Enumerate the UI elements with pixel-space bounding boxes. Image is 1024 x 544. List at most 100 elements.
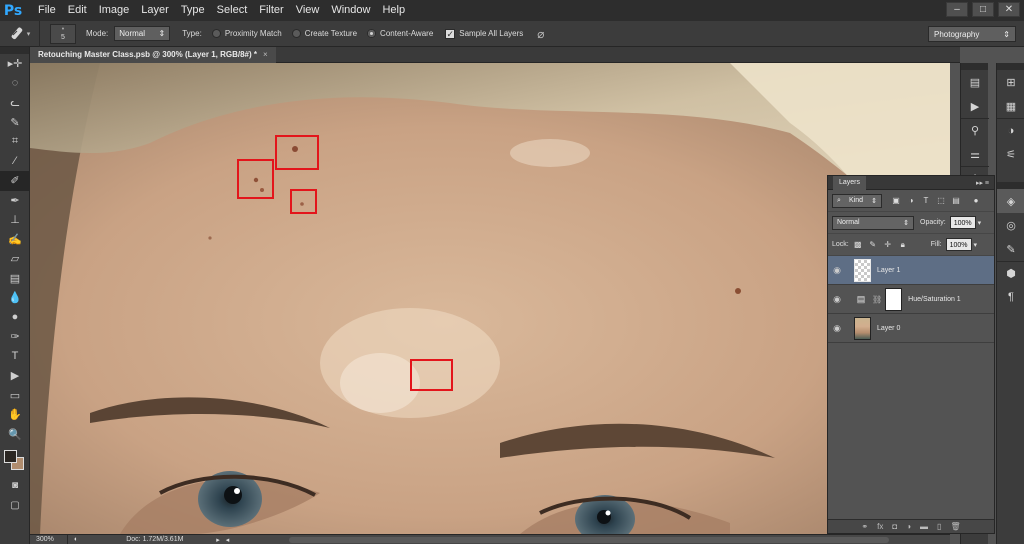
path-selection-tool-icon[interactable]: ▶	[0, 366, 30, 386]
layer-row-hue-saturation-1[interactable]: ◉ ▤ ⛓ Hue/Saturation 1	[828, 285, 994, 314]
styles-panel-icon[interactable]: ⚟	[997, 142, 1024, 166]
adjustments-panel-icon[interactable]: ◑	[997, 118, 1024, 142]
paragraph-styles-icon[interactable]: ¶	[997, 285, 1024, 309]
filter-pixel-icon[interactable]: ▣	[890, 195, 902, 207]
trash-icon[interactable]: 🗑︎	[950, 522, 960, 531]
dock-grip[interactable]	[997, 63, 1024, 70]
eyedropper-tool-icon[interactable]: ⁄	[0, 152, 30, 172]
spot-healing-brush-tool-icon[interactable]: ✐	[0, 171, 30, 191]
scroll-left-icon[interactable]: ◂	[226, 536, 230, 544]
hand-tool-icon[interactable]: ✋	[0, 405, 30, 425]
menu-filter[interactable]: Filter	[253, 0, 289, 21]
color-panel-icon[interactable]: ⊞	[997, 70, 1024, 94]
menu-window[interactable]: Window	[325, 0, 376, 21]
filter-kind-select[interactable]: ⌕ Kind ⇕	[832, 193, 882, 208]
add-mask-icon[interactable]: ◘	[892, 522, 897, 531]
lock-pixels-icon[interactable]: ✎	[867, 239, 879, 251]
layer-mask-thumbnail[interactable]	[885, 287, 903, 311]
tool-presets-icon[interactable]: ⚲	[961, 118, 989, 142]
mode-select[interactable]: Normal ⇕	[114, 26, 171, 41]
visibility-eye-icon[interactable]: ◉	[828, 265, 846, 276]
zoom-level[interactable]: 300%	[30, 534, 68, 544]
opacity-input[interactable]: 100%	[949, 216, 976, 229]
sample-all-layers-checkbox[interactable]: ✓ Sample All Layers	[445, 28, 523, 39]
fill-dropdown-icon[interactable]: ▾	[974, 241, 978, 249]
quick-mask-icon[interactable]: ◙	[0, 476, 30, 496]
lasso-tool-icon[interactable]: ᓚ	[0, 93, 30, 113]
brush-tool-icon[interactable]: ✒	[0, 191, 30, 211]
close-tab-icon[interactable]: ×	[263, 50, 268, 59]
status-info-icon[interactable]: ◐	[74, 536, 78, 543]
status-menu-arrow-icon[interactable]: ▸	[216, 536, 220, 544]
brush-presets-icon[interactable]: ⚌	[961, 142, 989, 166]
rectangle-tool-icon[interactable]: ▭	[0, 386, 30, 406]
restore-button[interactable]: □	[972, 2, 994, 17]
filter-toggle-icon[interactable]: ●	[970, 195, 982, 207]
menu-edit[interactable]: Edit	[62, 0, 93, 21]
properties-panel-icon[interactable]: ⬢	[997, 261, 1024, 285]
new-layer-icon[interactable]: ▯	[937, 522, 941, 531]
history-panel-icon[interactable]: ▤	[961, 70, 989, 94]
foreground-color-swatch[interactable]	[4, 450, 17, 463]
channels-panel-icon[interactable]: ◎	[997, 213, 1024, 237]
eraser-tool-icon[interactable]: ▱	[0, 249, 30, 269]
layers-panel-title[interactable]: Layers	[833, 175, 867, 190]
lock-transparent-icon[interactable]: ▩	[852, 239, 864, 251]
dodge-tool-icon[interactable]: ●	[0, 308, 30, 328]
layers-panel-icon[interactable]: ◈	[997, 189, 1024, 213]
lock-all-icon[interactable]: 🔒︎	[897, 239, 909, 251]
fx-icon[interactable]: fx	[877, 522, 883, 531]
radio-proximity-match[interactable]: Proximity Match	[211, 29, 282, 38]
pen-tool-icon[interactable]: ✑	[0, 327, 30, 347]
tool-preset-picker[interactable]: ▾	[0, 20, 40, 47]
dock-grip[interactable]	[961, 63, 988, 70]
menu-view[interactable]: View	[290, 0, 326, 21]
screen-mode-icon[interactable]: ▢	[0, 496, 30, 516]
visibility-eye-icon[interactable]: ◉	[828, 294, 846, 305]
radio-create-texture[interactable]: Create Texture	[291, 29, 357, 38]
zoom-tool-icon[interactable]: 🔍	[0, 425, 30, 445]
lock-position-icon[interactable]: ✛	[882, 239, 894, 251]
filter-type-icon[interactable]: T	[920, 195, 932, 207]
layer-row-layer-1[interactable]: ◉ Layer 1	[828, 256, 994, 285]
blur-tool-icon[interactable]: 💧	[0, 288, 30, 308]
close-button[interactable]: ✕	[998, 2, 1020, 17]
document-tab[interactable]: Retouching Master Class.psb @ 300% (Laye…	[30, 47, 276, 63]
menu-layer[interactable]: Layer	[135, 0, 175, 21]
move-tool-icon[interactable]: ▸✛	[0, 54, 30, 74]
document-canvas[interactable]	[30, 63, 950, 534]
horizontal-scrollbar[interactable]	[289, 536, 890, 543]
marquee-tool-icon[interactable]: ◌	[0, 74, 30, 94]
pressure-brush-icon[interactable]: ⌀	[537, 27, 544, 41]
fill-input[interactable]: 100%	[945, 238, 972, 251]
minimize-button[interactable]: –	[946, 2, 968, 17]
quick-selection-tool-icon[interactable]: ✎	[0, 113, 30, 133]
menu-image[interactable]: Image	[93, 0, 136, 21]
clone-stamp-tool-icon[interactable]: ⊥	[0, 210, 30, 230]
blend-mode-select[interactable]: Normal ⇕	[832, 215, 914, 230]
menu-help[interactable]: Help	[376, 0, 411, 21]
swatches-panel-icon[interactable]: ▦	[997, 94, 1024, 118]
radio-content-aware[interactable]: Content-Aware	[367, 29, 433, 38]
history-brush-tool-icon[interactable]: ✍	[0, 230, 30, 250]
layer-row-layer-0[interactable]: ◉ Layer 0	[828, 314, 994, 343]
brush-size-picker[interactable]: • 5	[50, 23, 76, 44]
paths-panel-icon[interactable]: ✎	[997, 237, 1024, 261]
new-adjustment-layer-icon[interactable]: ◑	[906, 522, 911, 531]
filter-shape-icon[interactable]: ⬚	[935, 195, 947, 207]
filter-smart-object-icon[interactable]: ▤	[950, 195, 962, 207]
filter-adjustment-icon[interactable]: ◑	[905, 195, 917, 207]
crop-tool-icon[interactable]: ⌗	[0, 132, 30, 152]
menu-select[interactable]: Select	[211, 0, 254, 21]
opacity-dropdown-icon[interactable]: ▾	[978, 219, 982, 227]
panel-menu-icon[interactable]: ▸▸ ≡	[976, 179, 989, 187]
workspace-switcher[interactable]: Photography ⇕	[928, 26, 1016, 42]
visibility-eye-icon[interactable]: ◉	[828, 323, 846, 334]
actions-panel-icon[interactable]: ▶	[961, 94, 989, 118]
link-layers-icon[interactable]: ⚭	[861, 522, 868, 531]
menu-file[interactable]: File	[32, 0, 62, 21]
menu-type[interactable]: Type	[175, 0, 211, 21]
toolbar-grip[interactable]	[0, 47, 29, 54]
mask-link-icon[interactable]: ⛓	[872, 295, 882, 304]
new-group-folder-icon[interactable]: ▬	[920, 522, 928, 531]
